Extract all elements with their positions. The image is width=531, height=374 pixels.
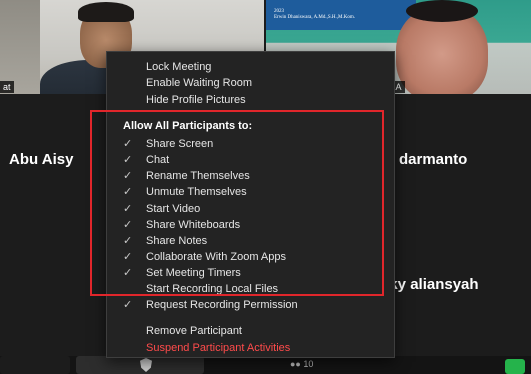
checkmark-icon: ✓	[123, 235, 133, 247]
menu-item-lock-meeting[interactable]: Lock Meeting	[107, 59, 394, 75]
menu-item-share-screen[interactable]: ✓ Share Screen	[107, 136, 394, 152]
security-button[interactable]	[76, 356, 204, 374]
checkmark-icon: ✓	[123, 267, 133, 279]
menu-item-label: Collaborate With Zoom Apps	[146, 251, 287, 263]
participant-name-right: darmanto	[399, 151, 468, 168]
share-screen-button[interactable]	[505, 359, 525, 374]
banner-line-2: Erwin Dhaniswara, A.Md.,S.H.,M.Kom.	[274, 15, 355, 20]
background-shelf	[0, 0, 40, 94]
menu-item-enable-waiting-room[interactable]: Enable Waiting Room	[107, 75, 394, 91]
participant-hair	[78, 2, 134, 22]
toolbar-audio-button[interactable]	[0, 356, 70, 374]
menu-item-label: Chat	[146, 154, 170, 166]
menu-item-label: Suspend Participant Activities	[146, 342, 291, 354]
menu-item-label: Set Meeting Timers	[146, 267, 241, 279]
menu-item-set-meeting-timers[interactable]: ✓ Set Meeting Timers	[107, 265, 394, 281]
menu-item-unmute-themselves[interactable]: ✓ Unmute Themselves	[107, 184, 394, 200]
menu-item-label: Start Recording Local Files	[146, 283, 279, 295]
security-menu: Lock Meeting Enable Waiting Room Hide Pr…	[106, 51, 395, 358]
participant-hair	[406, 0, 478, 22]
menu-item-label: Hide Profile Pictures	[146, 94, 246, 106]
checkmark-icon: ✓	[123, 186, 133, 198]
menu-item-suspend-participant-activities[interactable]: Suspend Participant Activities	[107, 340, 394, 356]
checkmark-icon: ✓	[123, 138, 133, 150]
menu-item-start-recording-local-files[interactable]: Start Recording Local Files	[107, 281, 394, 297]
menu-item-remove-participant[interactable]: Remove Participant	[107, 323, 394, 339]
checkmark-icon: ✓	[123, 170, 133, 182]
participant-name-left: Abu Aisy	[9, 151, 74, 168]
participants-icon: ●●	[290, 359, 301, 369]
menu-item-label: Remove Participant	[146, 325, 242, 337]
menu-item-label: Start Video	[146, 203, 201, 215]
menu-item-share-whiteboards[interactable]: ✓ Share Whiteboards	[107, 217, 394, 233]
checkmark-icon: ✓	[123, 299, 133, 311]
menu-item-label: Request Recording Permission	[146, 299, 298, 311]
checkmark-icon: ✓	[123, 154, 133, 166]
menu-item-chat[interactable]: ✓ Chat	[107, 152, 394, 168]
checkmark-icon: ✓	[123, 251, 133, 263]
participants-count: 10	[303, 359, 314, 369]
virtual-background-banner-text: 2023 Erwin Dhaniswara, A.Md.,S.H.,M.Kom.	[274, 9, 355, 21]
menu-item-start-video[interactable]: ✓ Start Video	[107, 201, 394, 217]
checkmark-icon: ✓	[123, 203, 133, 215]
menu-item-label: Unmute Themselves	[146, 186, 247, 198]
allow-participants-header: Allow All Participants to:	[123, 120, 253, 132]
menu-item-share-notes[interactable]: ✓ Share Notes	[107, 233, 394, 249]
menu-item-label: Share Screen	[146, 138, 214, 150]
meeting-toolbar: ●● 10	[0, 356, 531, 374]
participants-button[interactable]: ●● 10	[290, 359, 313, 369]
menu-item-label: Enable Waiting Room	[146, 77, 252, 89]
checkmark-icon: ✓	[123, 219, 133, 231]
menu-item-label: Share Whiteboards	[146, 219, 241, 231]
menu-item-label: Share Notes	[146, 235, 208, 247]
menu-item-label: Rename Themselves	[146, 170, 250, 182]
menu-item-hide-profile-pictures[interactable]: Hide Profile Pictures	[107, 92, 394, 108]
participant-name-right-lower: cky aliansyah	[381, 276, 479, 293]
menu-item-rename-themselves[interactable]: ✓ Rename Themselves	[107, 168, 394, 184]
menu-item-request-recording-permission[interactable]: ✓ Request Recording Permission	[107, 297, 394, 313]
zoom-meeting-window: at 2023 Erwin Dhaniswara, A.Md.,S.H.,M.K…	[0, 0, 531, 374]
video-name-tag-top-left: at	[0, 81, 14, 93]
menu-item-collaborate-zoom-apps[interactable]: ✓ Collaborate With Zoom Apps	[107, 249, 394, 265]
menu-item-label: Lock Meeting	[146, 61, 212, 73]
